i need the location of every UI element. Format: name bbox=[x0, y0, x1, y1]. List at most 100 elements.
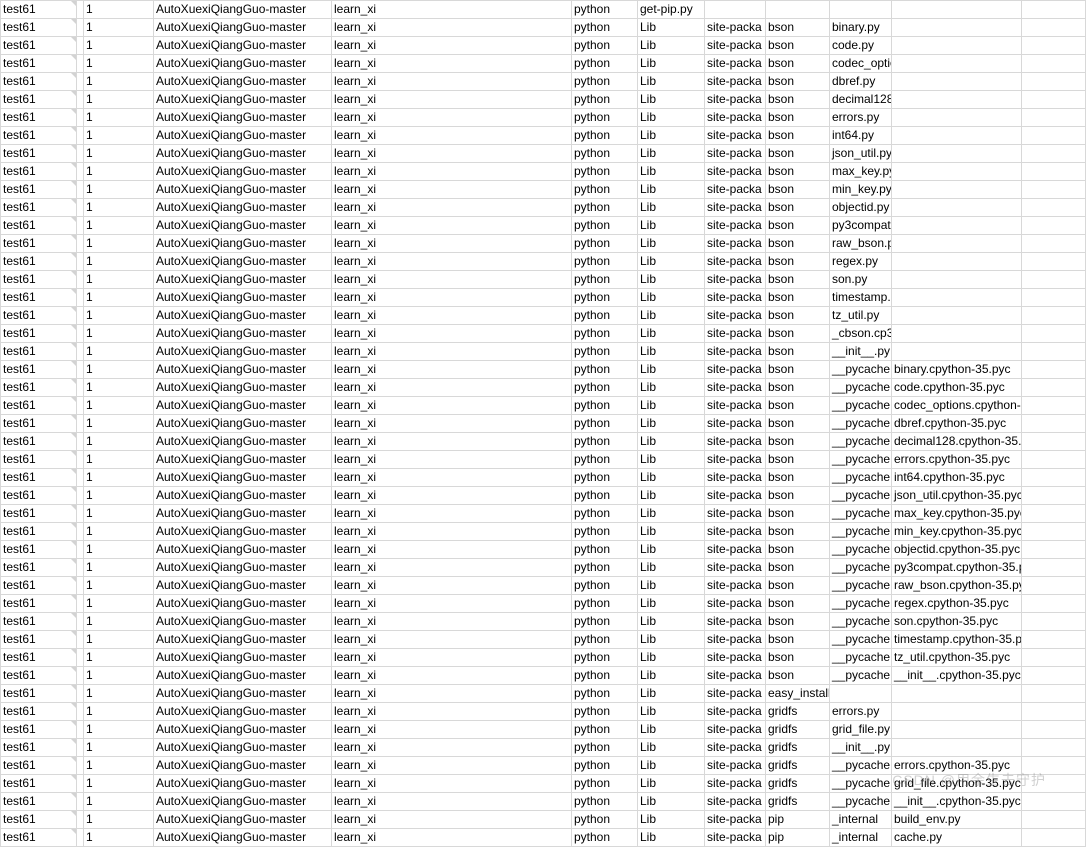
cell[interactable] bbox=[1022, 523, 1086, 541]
cell[interactable] bbox=[1022, 487, 1086, 505]
cell[interactable] bbox=[892, 55, 1022, 73]
table-row[interactable]: test611AutoXuexiQiangGuo-masterlearn_xip… bbox=[1, 451, 1086, 469]
cell[interactable]: 1 bbox=[84, 523, 154, 541]
cell[interactable]: Lib bbox=[638, 775, 705, 793]
cell[interactable] bbox=[892, 253, 1022, 271]
cell[interactable]: errors.py bbox=[830, 109, 892, 127]
cell[interactable]: site-packa bbox=[705, 325, 766, 343]
cell[interactable]: Lib bbox=[638, 379, 705, 397]
cell[interactable]: _internal bbox=[830, 829, 892, 847]
cell[interactable]: learn_xi bbox=[332, 1, 572, 19]
cell[interactable]: python bbox=[572, 145, 638, 163]
cell[interactable] bbox=[892, 37, 1022, 55]
table-row[interactable]: test611AutoXuexiQiangGuo-masterlearn_xip… bbox=[1, 253, 1086, 271]
cell[interactable]: 1 bbox=[84, 19, 154, 37]
cell[interactable]: python bbox=[572, 433, 638, 451]
cell[interactable]: python bbox=[572, 55, 638, 73]
cell[interactable]: AutoXuexiQiangGuo-master bbox=[154, 541, 332, 559]
cell[interactable]: bson bbox=[766, 559, 830, 577]
cell[interactable]: Lib bbox=[638, 793, 705, 811]
cell[interactable]: decimal128.py bbox=[830, 91, 892, 109]
cell[interactable] bbox=[77, 235, 84, 253]
cell[interactable]: 1 bbox=[84, 55, 154, 73]
cell[interactable]: 1 bbox=[84, 433, 154, 451]
cell[interactable]: bson bbox=[766, 361, 830, 379]
cell[interactable]: test61 bbox=[1, 649, 77, 667]
table-row[interactable]: test611AutoXuexiQiangGuo-masterlearn_xip… bbox=[1, 235, 1086, 253]
cell[interactable]: python bbox=[572, 523, 638, 541]
cell[interactable]: test61 bbox=[1, 253, 77, 271]
cell[interactable] bbox=[77, 451, 84, 469]
cell[interactable] bbox=[892, 91, 1022, 109]
cell[interactable] bbox=[77, 595, 84, 613]
cell[interactable]: AutoXuexiQiangGuo-master bbox=[154, 19, 332, 37]
cell[interactable]: learn_xi bbox=[332, 19, 572, 37]
table-row[interactable]: test611AutoXuexiQiangGuo-masterlearn_xip… bbox=[1, 739, 1086, 757]
spreadsheet-grid[interactable]: test611AutoXuexiQiangGuo-masterlearn_xip… bbox=[0, 0, 1086, 847]
cell[interactable]: AutoXuexiQiangGuo-master bbox=[154, 343, 332, 361]
cell[interactable]: test61 bbox=[1, 379, 77, 397]
cell[interactable]: Lib bbox=[638, 91, 705, 109]
cell[interactable] bbox=[77, 469, 84, 487]
cell[interactable]: site-packa bbox=[705, 541, 766, 559]
cell[interactable]: site-packa bbox=[705, 685, 766, 703]
cell[interactable]: learn_xi bbox=[332, 289, 572, 307]
cell[interactable]: 1 bbox=[84, 613, 154, 631]
cell[interactable] bbox=[1022, 577, 1086, 595]
cell[interactable]: learn_xi bbox=[332, 559, 572, 577]
cell[interactable]: python bbox=[572, 415, 638, 433]
cell[interactable]: test61 bbox=[1, 235, 77, 253]
cell[interactable]: __pycache bbox=[830, 379, 892, 397]
cell[interactable]: AutoXuexiQiangGuo-master bbox=[154, 397, 332, 415]
cell[interactable]: bson bbox=[766, 91, 830, 109]
cell[interactable]: grid_file.cpython-35.pyc bbox=[892, 775, 1022, 793]
cell[interactable]: AutoXuexiQiangGuo-master bbox=[154, 55, 332, 73]
cell[interactable]: __pycache bbox=[830, 613, 892, 631]
cell[interactable] bbox=[892, 343, 1022, 361]
cell[interactable]: AutoXuexiQiangGuo-master bbox=[154, 631, 332, 649]
cell[interactable] bbox=[1022, 307, 1086, 325]
cell[interactable]: AutoXuexiQiangGuo-master bbox=[154, 199, 332, 217]
cell[interactable]: test61 bbox=[1, 685, 77, 703]
cell[interactable]: AutoXuexiQiangGuo-master bbox=[154, 523, 332, 541]
cell[interactable]: site-packa bbox=[705, 19, 766, 37]
cell[interactable]: __pycache bbox=[830, 559, 892, 577]
cell[interactable]: _cbson.cp35-win32.pyd bbox=[830, 325, 892, 343]
cell[interactable]: python bbox=[572, 235, 638, 253]
cell[interactable]: Lib bbox=[638, 19, 705, 37]
cell[interactable]: test61 bbox=[1, 19, 77, 37]
cell[interactable] bbox=[77, 631, 84, 649]
cell[interactable]: codec_options.py bbox=[830, 55, 892, 73]
cell[interactable]: python bbox=[572, 109, 638, 127]
cell[interactable]: learn_xi bbox=[332, 37, 572, 55]
cell[interactable]: AutoXuexiQiangGuo-master bbox=[154, 757, 332, 775]
cell[interactable]: AutoXuexiQiangGuo-master bbox=[154, 649, 332, 667]
cell[interactable]: test61 bbox=[1, 199, 77, 217]
cell[interactable]: python bbox=[572, 829, 638, 847]
cell[interactable]: python bbox=[572, 289, 638, 307]
cell[interactable]: objectid.py bbox=[830, 199, 892, 217]
cell[interactable] bbox=[1022, 595, 1086, 613]
cell[interactable]: __pycache bbox=[830, 397, 892, 415]
cell[interactable]: learn_xi bbox=[332, 523, 572, 541]
cell[interactable]: python bbox=[572, 451, 638, 469]
cell[interactable]: python bbox=[572, 541, 638, 559]
cell[interactable] bbox=[77, 307, 84, 325]
cell[interactable]: Lib bbox=[638, 217, 705, 235]
table-row[interactable]: test611AutoXuexiQiangGuo-masterlearn_xip… bbox=[1, 523, 1086, 541]
cell[interactable] bbox=[77, 325, 84, 343]
cell[interactable]: site-packa bbox=[705, 109, 766, 127]
cell[interactable]: bson bbox=[766, 397, 830, 415]
cell[interactable]: AutoXuexiQiangGuo-master bbox=[154, 289, 332, 307]
cell[interactable]: AutoXuexiQiangGuo-master bbox=[154, 217, 332, 235]
cell[interactable]: 1 bbox=[84, 595, 154, 613]
cell[interactable]: 1 bbox=[84, 397, 154, 415]
cell[interactable]: test61 bbox=[1, 415, 77, 433]
cell[interactable] bbox=[892, 289, 1022, 307]
cell[interactable] bbox=[77, 199, 84, 217]
cell[interactable]: 1 bbox=[84, 361, 154, 379]
cell[interactable]: learn_xi bbox=[332, 811, 572, 829]
cell[interactable]: Lib bbox=[638, 163, 705, 181]
cell[interactable]: test61 bbox=[1, 397, 77, 415]
cell[interactable]: AutoXuexiQiangGuo-master bbox=[154, 703, 332, 721]
